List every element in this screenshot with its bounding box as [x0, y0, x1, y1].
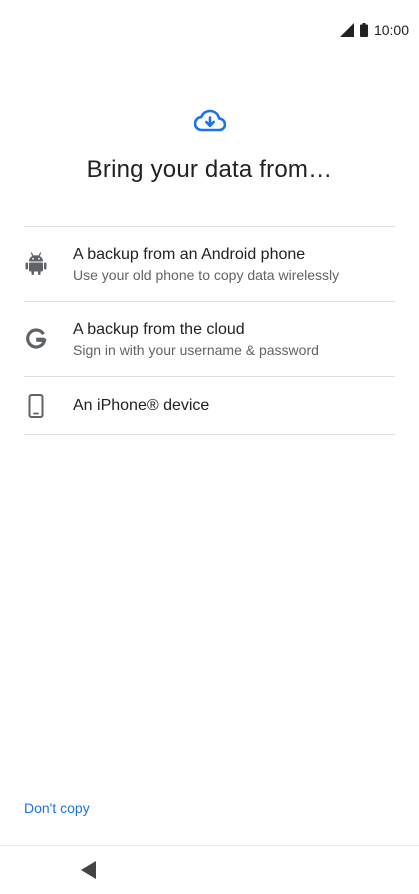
cloud-download-icon: [193, 108, 226, 134]
option-iphone-device[interactable]: An iPhone® device: [24, 377, 395, 435]
option-title: A backup from the cloud: [73, 320, 245, 338]
option-subtitle: Sign in with your username & password: [73, 341, 319, 358]
clock-time: 10:00: [373, 22, 409, 38]
signal-icon: [339, 23, 354, 37]
option-title: An iPhone® device: [73, 396, 210, 414]
status-bar: 10:00: [0, 0, 419, 62]
option-title: A backup from an Android phone: [73, 245, 306, 263]
option-text: An iPhone® device: [73, 397, 209, 415]
option-text: A backup from an Android phone Use your …: [73, 246, 339, 283]
navigation-bar: [0, 846, 419, 894]
status-indicators: 10:00: [339, 22, 409, 38]
option-android-backup[interactable]: A backup from an Android phone Use your …: [24, 227, 395, 302]
source-options-list: A backup from an Android phone Use your …: [24, 226, 395, 435]
battery-icon: [359, 23, 368, 37]
option-text: A backup from the cloud Sign in with you…: [73, 321, 319, 358]
option-subtitle: Use your old phone to copy data wireless…: [73, 266, 340, 283]
back-triangle-icon[interactable]: [80, 860, 100, 880]
page-title: Bring your data from…: [86, 156, 333, 183]
phone-icon: [24, 393, 48, 418]
dont-copy-button[interactable]: Don't copy: [24, 800, 90, 816]
android-icon: [24, 252, 48, 276]
option-cloud-backup[interactable]: A backup from the cloud Sign in with you…: [24, 302, 395, 377]
google-g-icon: [24, 327, 48, 351]
